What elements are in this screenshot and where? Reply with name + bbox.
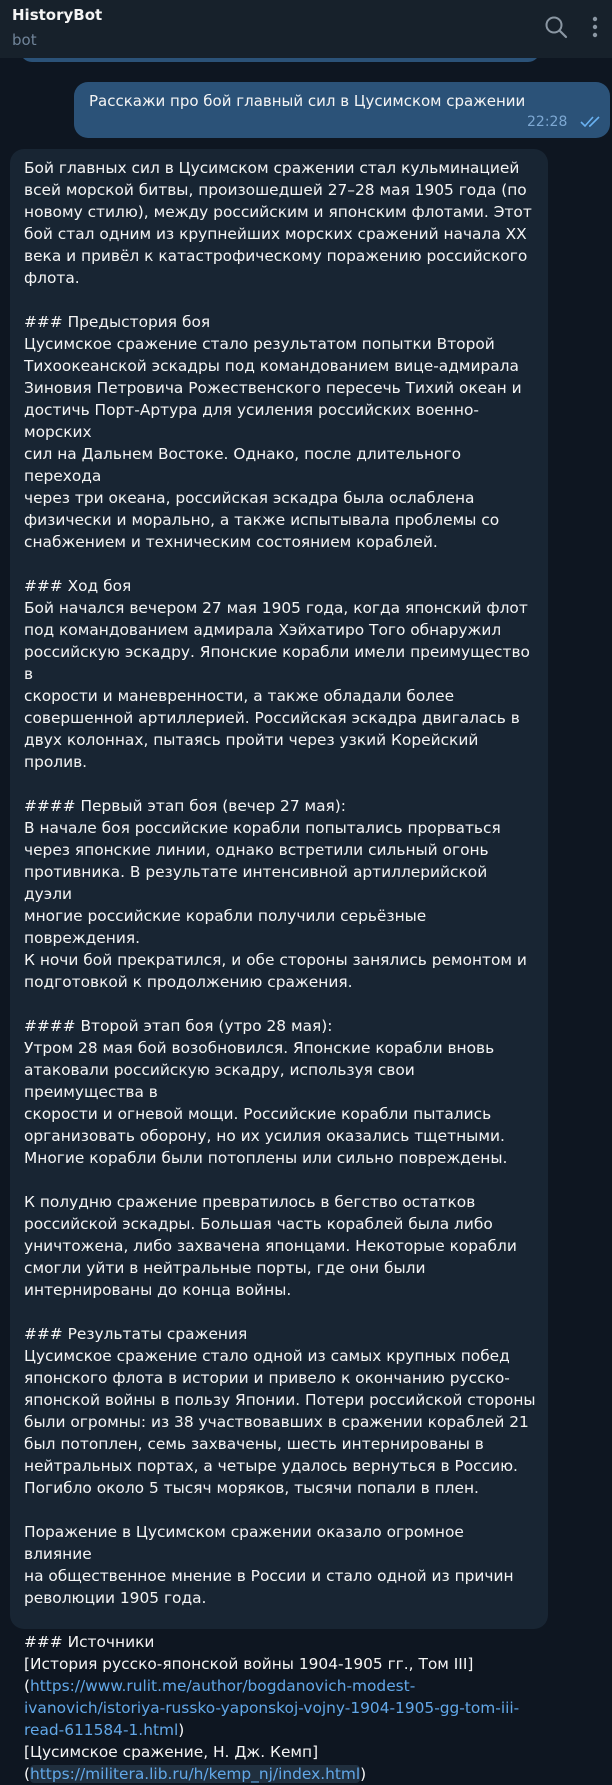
source-2-title: [Цусимское сражение, Н. Дж. Кемп] <box>24 1743 319 1761</box>
source-2-link[interactable]: https://militera.lib.ru/h/kemp_nj/index.… <box>30 1765 361 1783</box>
outgoing-message-time: 22:28 <box>527 114 568 130</box>
message-body: Бой главных сил в Цусимском сражении ста… <box>24 159 536 1673</box>
double-check-icon <box>580 116 600 128</box>
source-2-close-paren: ) <box>360 1765 367 1783</box>
chat-title[interactable]: HistoryBot <box>12 6 102 24</box>
chat-header[interactable]: HistoryBot bot <box>0 0 612 58</box>
outgoing-message-text: Расскажи про бой главный сил в Цусимском… <box>89 92 526 110</box>
source-1-close-paren: ) <box>178 1721 185 1739</box>
incoming-message-text: Бой главных сил в Цусимском сражении ста… <box>24 157 536 1785</box>
chat-subtitle: bot <box>12 31 37 49</box>
more-vertical-icon[interactable] <box>588 14 602 40</box>
outgoing-message-bubble[interactable]: Расскажи про бой главный сил в Цусимском… <box>74 82 610 138</box>
source-1-link[interactable]: https://www.rulit.me/author/bogdanovich-… <box>24 1677 519 1739</box>
incoming-message-bubble[interactable]: Бой главных сил в Цусимском сражении ста… <box>10 149 548 1783</box>
search-icon[interactable] <box>543 14 569 40</box>
